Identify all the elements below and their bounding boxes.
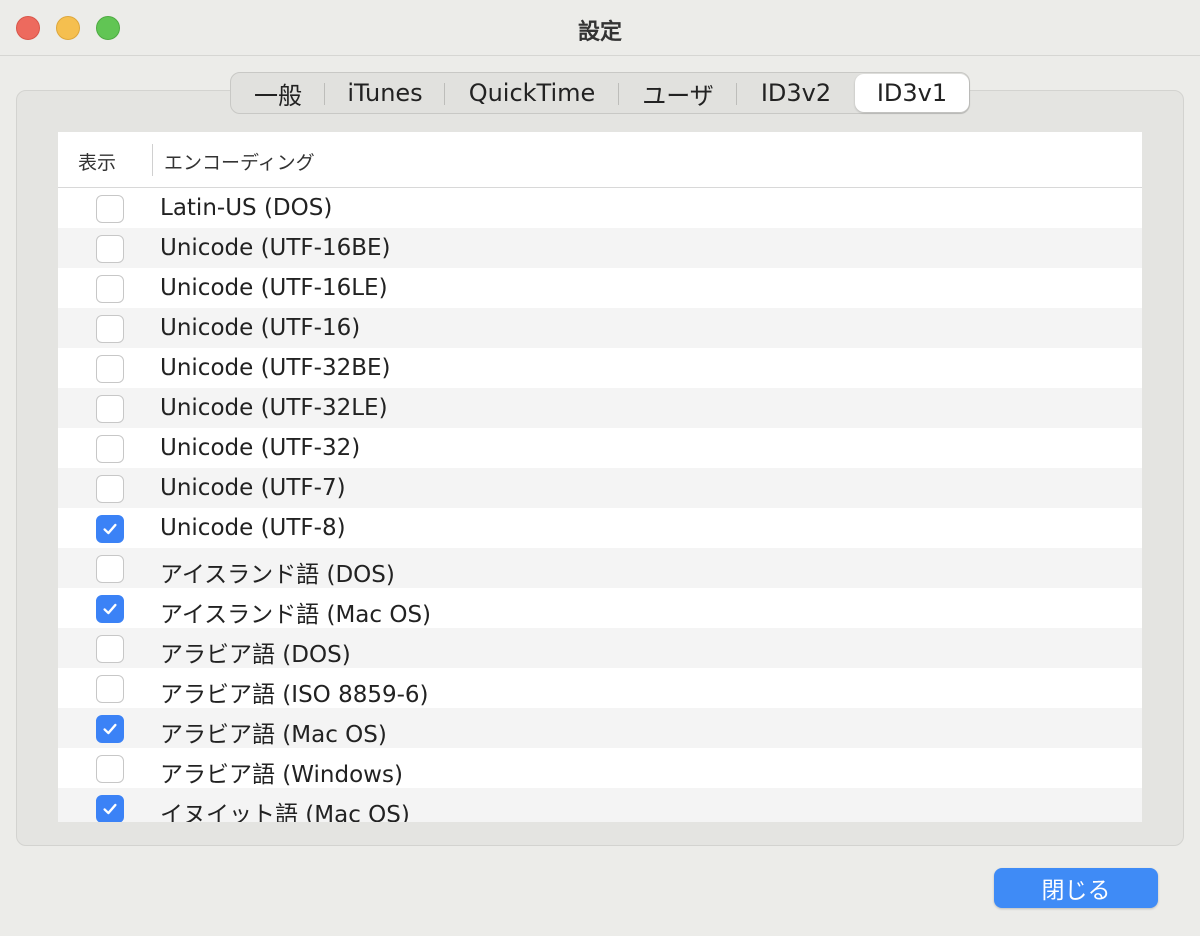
encoding-label: アイスランド語 (DOS) [160,562,395,588]
title-bar: 設定 [0,0,1200,56]
column-divider[interactable] [152,144,153,176]
show-checkbox[interactable] [96,435,124,463]
table-row[interactable]: アイスランド語 (Mac OS) [58,588,1142,628]
table-row[interactable]: Latin-US (DOS) [58,188,1142,228]
tab-item[interactable]: 一般 [231,73,325,113]
encoding-label: Unicode (UTF-16LE) [160,275,388,301]
encoding-label: Unicode (UTF-32) [160,435,361,461]
table-row[interactable]: Unicode (UTF-8) [58,508,1142,548]
tab-item[interactable]: ユーザ [619,73,737,113]
show-checkbox[interactable] [96,235,124,263]
encoding-label: Unicode (UTF-32LE) [160,395,388,421]
table-row[interactable]: Unicode (UTF-7) [58,468,1142,508]
table-row[interactable]: Unicode (UTF-32BE) [58,348,1142,388]
encoding-label: Unicode (UTF-7) [160,475,346,501]
table-row[interactable]: アラビア語 (DOS) [58,628,1142,668]
show-checkbox[interactable] [96,475,124,503]
column-header-encoding[interactable]: エンコーディング [164,148,315,175]
table-rows: Latin-US (DOS) Unicode (UTF-16BE) Unicode … [58,188,1142,822]
show-checkbox[interactable] [96,555,124,583]
table-row[interactable]: Unicode (UTF-16BE) [58,228,1142,268]
table-row[interactable]: Unicode (UTF-16) [58,308,1142,348]
checkmark-icon [103,603,117,615]
table-row[interactable]: アイスランド語 (DOS) [58,548,1142,588]
encoding-table: 表示 エンコーディング Latin-US (DOS) Unicode (UTF-1… [58,132,1142,822]
tab-item[interactable]: QuickTime [445,73,619,113]
checkmark-icon [103,723,117,735]
table-row[interactable]: Unicode (UTF-32LE) [58,388,1142,428]
encoding-label: アラビア語 (ISO 8859-6) [160,682,429,708]
column-header-show[interactable]: 表示 [78,148,116,175]
show-checkbox[interactable] [96,275,124,303]
show-checkbox[interactable] [96,395,124,423]
encoding-label: Unicode (UTF-16) [160,315,361,341]
tab-item[interactable]: ID3v1 [855,74,969,112]
settings-window: 設定 一般 iTunes QuickTime ユーザ ID3v2 ID3v1 表示 エンコ… [0,0,1200,936]
show-checkbox[interactable] [96,515,124,543]
encoding-label: Unicode (UTF-8) [160,515,346,541]
show-checkbox[interactable] [96,715,124,743]
encoding-label: アラビア語 (Mac OS) [160,722,387,748]
table-row[interactable]: イヌイット語 (Mac OS) [58,788,1142,822]
encoding-label: Latin-US (DOS) [160,195,333,221]
tab-item[interactable]: iTunes [325,73,445,113]
checkmark-icon [103,803,117,815]
tab-bar: 一般 iTunes QuickTime ユーザ ID3v2 ID3v1 [230,72,970,114]
encoding-label: アラビア語 (Windows) [160,762,403,788]
encoding-label: Unicode (UTF-16BE) [160,235,391,261]
show-checkbox[interactable] [96,595,124,623]
show-checkbox[interactable] [96,675,124,703]
show-checkbox[interactable] [96,315,124,343]
show-checkbox[interactable] [96,355,124,383]
encoding-label: アイスランド語 (Mac OS) [160,602,432,628]
show-checkbox[interactable] [96,795,124,822]
table-row[interactable]: Unicode (UTF-16LE) [58,268,1142,308]
encoding-label: アラビア語 (DOS) [160,642,351,668]
tab-item[interactable]: ID3v2 [737,73,855,113]
table-row[interactable]: アラビア語 (ISO 8859-6) [58,668,1142,708]
table-row[interactable]: Unicode (UTF-32) [58,428,1142,468]
close-button[interactable]: 閉じる [994,868,1158,908]
show-checkbox[interactable] [96,635,124,663]
table-row[interactable]: アラビア語 (Mac OS) [58,708,1142,748]
table-row[interactable]: アラビア語 (Windows) [58,748,1142,788]
checkmark-icon [103,523,117,535]
show-checkbox[interactable] [96,755,124,783]
encoding-label: Unicode (UTF-32BE) [160,355,391,381]
show-checkbox[interactable] [96,195,124,223]
table-header: 表示 エンコーディング [58,132,1142,188]
encoding-label: イヌイット語 (Mac OS) [160,802,410,822]
window-title: 設定 [577,20,622,45]
